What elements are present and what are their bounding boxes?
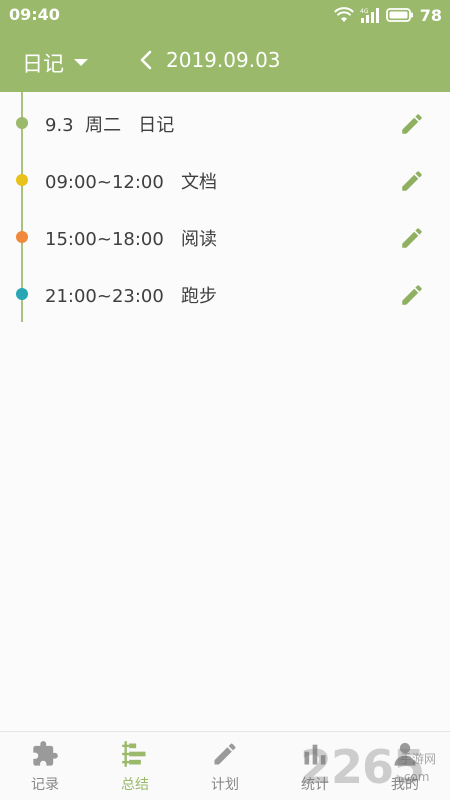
date-navigator[interactable]: 2019.09.03 <box>140 48 281 72</box>
entry-text: 9.3 周二 日记 <box>45 115 175 136</box>
tab-record[interactable]: 记录 <box>0 732 90 800</box>
entry-dot <box>16 174 28 186</box>
puzzle-icon <box>33 741 58 766</box>
svg-text:4G: 4G <box>360 8 369 15</box>
app-bar: 日记 2019.09.03 <box>0 30 450 92</box>
journal-type-dropdown[interactable]: 日记 <box>22 48 88 78</box>
timeline-entry[interactable]: 9.3 周二 日记 <box>0 94 450 151</box>
status-bar: 09:40 4G 78 <box>0 0 450 30</box>
timeline-entry[interactable]: 21:00~23:00 跑步 <box>0 265 450 322</box>
timeline: 9.3 周二 日记 09:00~12:00 文档 15:00~18:00 阅读 … <box>0 92 450 732</box>
tab-summary[interactable]: 总结 <box>90 732 180 800</box>
watermark-text-top: 手游网 <box>400 752 437 766</box>
caret-down-icon <box>74 59 88 66</box>
signal-icon: 4G <box>360 8 379 23</box>
list-icon <box>122 741 146 767</box>
chevron-left-icon[interactable] <box>140 50 152 70</box>
edit-pencil-icon[interactable] <box>399 168 425 194</box>
battery-icon <box>385 8 413 22</box>
timeline-entry[interactable]: 09:00~12:00 文档 <box>0 151 450 208</box>
tab-label: 记录 <box>31 777 59 793</box>
tab-label: 计划 <box>211 777 239 793</box>
journal-type-label: 日记 <box>22 52 64 76</box>
edit-pencil-icon[interactable] <box>399 282 425 308</box>
wifi-icon <box>333 7 354 22</box>
status-icons: 4G 78 <box>333 5 442 25</box>
tab-label: 总结 <box>121 777 149 793</box>
header: 09:40 4G 78 日记 2019.09.03 <box>0 0 450 92</box>
current-date: 2019.09.03 <box>166 48 281 72</box>
entry-text: 21:00~23:00 跑步 <box>45 286 217 307</box>
entry-text: 15:00~18:00 阅读 <box>45 229 217 250</box>
watermark-text-bottom: .com <box>400 770 430 784</box>
status-time: 09:40 <box>9 5 60 24</box>
watermark: 2265 手游网 .com <box>300 740 450 800</box>
entry-dot <box>16 117 28 129</box>
pencil-icon <box>214 743 236 765</box>
entry-dot <box>16 288 28 300</box>
entry-dot <box>16 231 28 243</box>
edit-pencil-icon[interactable] <box>399 111 425 137</box>
battery-level: 78 <box>419 5 442 25</box>
watermark-number: 2265 <box>300 740 425 794</box>
edit-pencil-icon[interactable] <box>399 225 425 251</box>
timeline-entry[interactable]: 15:00~18:00 阅读 <box>0 208 450 265</box>
entry-text: 09:00~12:00 文档 <box>45 172 217 193</box>
tab-plan[interactable]: 计划 <box>180 732 270 800</box>
